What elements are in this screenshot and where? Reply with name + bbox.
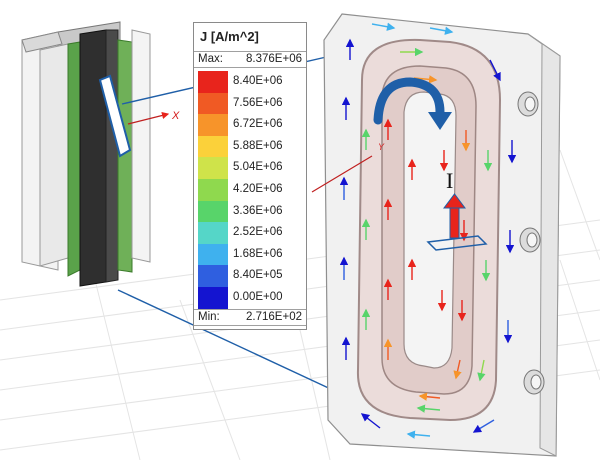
legend-min-value: 2.716E+02	[246, 311, 302, 323]
legend-swatch	[198, 222, 228, 244]
legend-level-label: 4.20E+06	[233, 183, 283, 195]
y-axis-label: Y	[378, 142, 385, 152]
legend-level-label: 7.56E+06	[233, 96, 283, 109]
legend-max-row: Max: 8.376E+06	[194, 51, 306, 68]
legend-swatch	[198, 243, 228, 266]
legend-level-label: 3.36E+06	[233, 204, 283, 217]
x-axis-label: X	[172, 110, 180, 122]
legend-min-label: Min:	[198, 311, 220, 323]
legend-swatch	[198, 92, 228, 115]
color-legend-panel[interactable]: J [A/m^2] Max: 8.376E+06 8.40E+06 7.56E+0…	[193, 22, 307, 330]
legend-max-label: Max:	[198, 53, 223, 65]
legend-swatch	[198, 287, 228, 309]
legend-max-value: 8.376E+06	[246, 53, 302, 65]
legend-swatch	[198, 135, 228, 158]
legend-level-label: 5.04E+06	[233, 161, 283, 174]
legend-swatch	[198, 200, 228, 223]
legend-level-label: 8.40E+05	[233, 269, 283, 282]
legend-level-label: 1.68E+06	[233, 247, 283, 260]
legend-min-row: Min: 2.716E+02	[194, 309, 306, 326]
legend-title: J [A/m^2]	[200, 29, 259, 44]
legend-swatch	[198, 179, 228, 201]
legend-level-label: 0.00E+00	[233, 291, 283, 303]
current-direction-arrow-icon	[449, 205, 460, 239]
legend-swatch	[198, 157, 228, 179]
legend-swatch	[198, 265, 228, 287]
left-assembly-model[interactable]	[21, 21, 151, 287]
legend-level-label: 6.72E+06	[233, 118, 283, 131]
legend-swatch	[198, 114, 228, 136]
legend-level-label: 5.88E+06	[233, 139, 283, 152]
coil-plate-model[interactable]	[323, 13, 561, 457]
legend-level-label: 2.52E+06	[233, 226, 283, 239]
legend-level-label: 8.40E+06	[233, 75, 283, 87]
legend-swatch	[198, 71, 228, 93]
current-symbol-label: I	[446, 168, 454, 193]
